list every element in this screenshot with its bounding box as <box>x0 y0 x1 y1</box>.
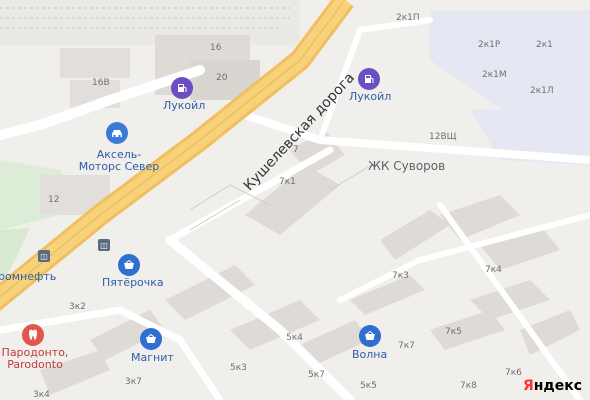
building-number: 7к6 <box>505 368 522 378</box>
poi-label[interactable]: Пародонто, Parodonto <box>0 347 70 371</box>
building-number: 5к4 <box>286 333 303 343</box>
poi-label[interactable]: Пятёрочка <box>102 277 164 289</box>
building-number: 2к1М <box>482 70 507 80</box>
building-number: 16В <box>92 78 110 88</box>
car-service-icon[interactable] <box>106 122 128 144</box>
building-number: 7к4 <box>485 265 502 275</box>
poi-label[interactable]: Лукойл <box>349 91 391 103</box>
building-number: 5к7 <box>308 370 325 380</box>
building-number: 16 <box>210 43 222 53</box>
fuel-station-icon[interactable] <box>171 77 193 99</box>
tooth-icon[interactable] <box>22 324 44 346</box>
building-number: 7к8 <box>460 381 477 391</box>
building-number: 2к1Р <box>478 40 501 50</box>
building-number: 7к7 <box>398 341 415 351</box>
poi-label[interactable]: Магнит <box>131 352 174 364</box>
building-number: 12 <box>48 195 60 205</box>
map-view[interactable]: Кушелевская дорога ЖК Суворов 2к1П 2к1Р … <box>0 0 590 400</box>
building-number: 5к5 <box>360 381 377 391</box>
shopping-basket-icon[interactable] <box>118 254 140 276</box>
bus-stop-icon[interactable]: ◫ <box>98 239 110 251</box>
building-number: 5к3 <box>230 363 247 373</box>
building-number: 7 <box>293 145 299 155</box>
poi-label[interactable]: Волна <box>352 349 387 361</box>
district-label: ЖК Суворов <box>368 159 446 173</box>
building-number: 7к1 <box>279 177 296 187</box>
building-number: 2к1П <box>396 13 420 23</box>
building-number: 3к4 <box>33 390 50 400</box>
building-number: 7к5 <box>445 327 462 337</box>
yandex-logo[interactable]: Яндекс <box>523 378 582 394</box>
building-number: 7к3 <box>392 271 409 281</box>
building-number: 3к2 <box>69 302 86 312</box>
building-number: 12ВЩ <box>429 132 457 142</box>
building-number: 3к7 <box>125 377 142 387</box>
poi-label[interactable]: Аксель-Моторс Север <box>78 149 160 173</box>
building-number: 2к1 <box>536 40 553 50</box>
building-number: 20 <box>216 73 228 83</box>
shopping-basket-icon[interactable] <box>140 328 162 350</box>
metro-station-icon[interactable]: ◫ <box>38 250 50 262</box>
poi-label[interactable]: ромнефть <box>0 271 56 283</box>
fuel-station-icon[interactable] <box>358 68 380 90</box>
shopping-basket-icon[interactable] <box>359 325 381 347</box>
poi-label[interactable]: Лукойл <box>163 100 205 112</box>
building-number: 2к1Л <box>530 86 554 96</box>
